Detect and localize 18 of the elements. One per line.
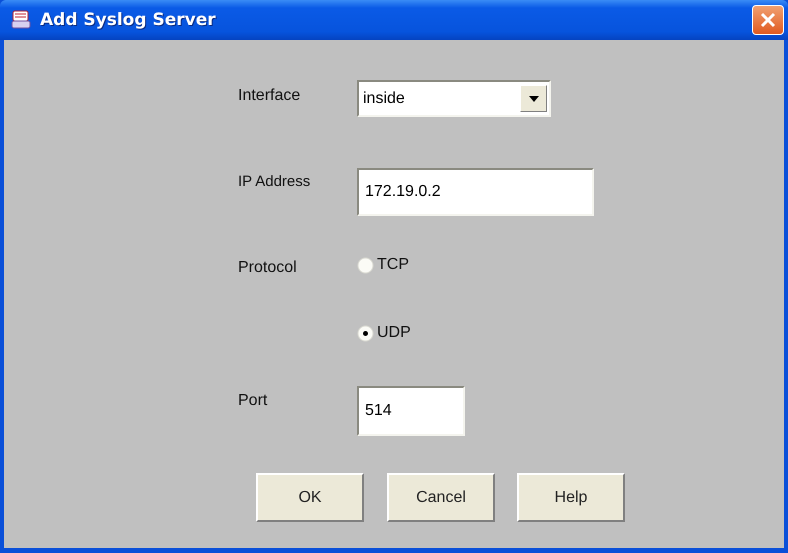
- protocol-radio[interactable]: TCP: [357, 253, 409, 277]
- radio-icon[interactable]: [357, 256, 374, 274]
- field-label: IP Address: [238, 173, 312, 190]
- radio-icon[interactable]: [357, 324, 374, 342]
- dialog-button[interactable]: Cancel: [387, 473, 495, 522]
- dialog-button[interactable]: OK: [256, 473, 364, 522]
- window-title: Add Syslog Server: [40, 10, 217, 30]
- ip-address-field[interactable]: 172.19.0.2: [357, 168, 594, 216]
- field-label: Interface: [238, 87, 302, 105]
- close-icon[interactable]: [759, 11, 777, 29]
- field-label: Port: [238, 392, 268, 410]
- port-field[interactable]: 514: [357, 386, 465, 436]
- dialog-button[interactable]: Help: [517, 473, 625, 522]
- close-button[interactable]: [752, 5, 784, 35]
- protocol-radio[interactable]: UDP: [357, 321, 411, 345]
- interface-dropdown[interactable]: inside: [357, 80, 551, 117]
- field-label: Protocol: [238, 259, 298, 277]
- app-icon: [10, 9, 32, 31]
